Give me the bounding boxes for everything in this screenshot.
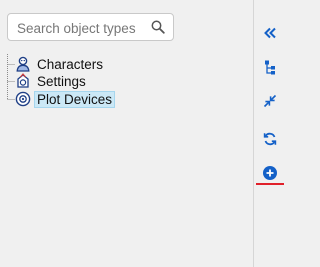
refresh-icon (262, 131, 278, 150)
active-button-indicator (256, 183, 284, 185)
object-types-panel: Characters Settings Plot Devices (0, 0, 253, 267)
tree-item-label: Plot Devices (34, 90, 116, 108)
refresh-button[interactable] (261, 131, 279, 149)
search-input[interactable] (17, 18, 149, 38)
collapse-all-button[interactable] (261, 93, 279, 111)
plus-circle-icon (262, 165, 278, 184)
search-icon[interactable] (151, 20, 165, 34)
right-toolbar (254, 0, 291, 267)
plot-device-icon (15, 91, 31, 107)
tree-item-label: Characters (37, 56, 104, 72)
settings-icon (15, 73, 31, 89)
collapse-panel-button[interactable] (261, 25, 279, 43)
tree-item-label: Settings (37, 73, 86, 89)
tree-item-characters[interactable]: Characters (15, 55, 106, 73)
hierarchy-icon (262, 59, 278, 78)
character-icon (15, 56, 31, 72)
add-button[interactable] (261, 165, 279, 183)
tree-item-settings[interactable]: Settings (15, 72, 89, 90)
double-chevron-left-icon (263, 26, 277, 43)
tree-item-plot-devices[interactable]: Plot Devices (15, 90, 116, 108)
hierarchy-button[interactable] (261, 59, 279, 77)
collapse-arrows-icon (263, 94, 277, 111)
search-box[interactable] (7, 13, 174, 41)
